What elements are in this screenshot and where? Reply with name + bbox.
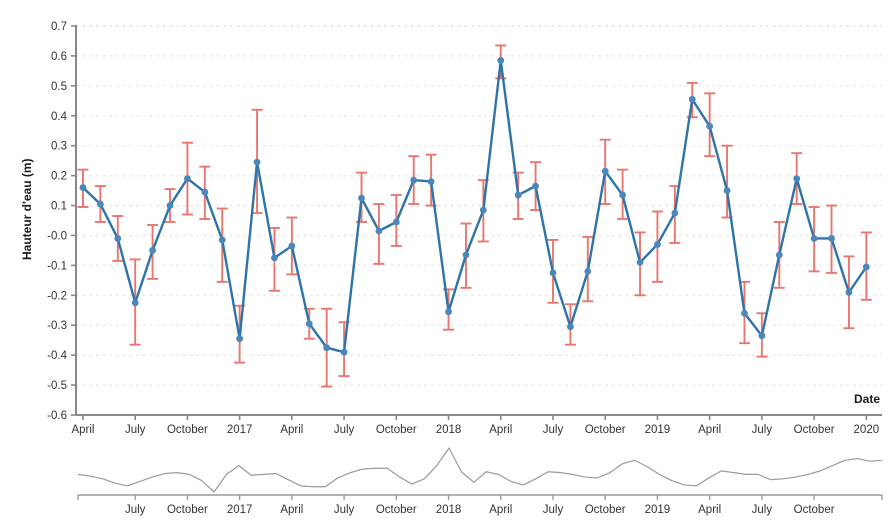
svg-text:-0.2: -0.2 [47, 290, 67, 302]
water-level-chart: Hauteur d'eau (m) Date 0.7 0.6 0.5 0.4 0.3 0.… [0, 0, 892, 523]
svg-text:October: October [794, 424, 835, 436]
data-point[interactable] [741, 309, 748, 317]
svg-text:April: April [489, 424, 512, 436]
data-point[interactable] [688, 95, 696, 103]
data-point[interactable] [96, 200, 104, 208]
data-point[interactable] [410, 176, 418, 184]
svg-text:2020: 2020 [854, 424, 880, 436]
error-bars [77, 44, 872, 388]
svg-text:2017: 2017 [227, 424, 253, 436]
data-point[interactable] [305, 320, 313, 328]
svg-text:July: July [543, 504, 564, 516]
svg-text:-0.6: -0.6 [47, 410, 67, 422]
data-point[interactable] [793, 175, 801, 183]
data-point[interactable] [462, 251, 470, 259]
data-point[interactable] [201, 188, 209, 196]
svg-text:April: April [489, 504, 512, 516]
svg-text:October: October [376, 504, 417, 516]
svg-text:July: July [334, 504, 355, 516]
data-point[interactable] [723, 187, 731, 194]
data-point[interactable] [340, 348, 348, 356]
data-point[interactable] [758, 332, 766, 340]
data-point[interactable] [828, 235, 835, 242]
svg-text:0.6: 0.6 [51, 51, 67, 63]
data-point[interactable] [427, 178, 435, 186]
svg-text:April: April [280, 504, 303, 516]
data-point[interactable] [375, 227, 383, 235]
data-point[interactable] [514, 191, 522, 199]
data-point[interactable] [79, 184, 87, 191]
svg-text:April: April [698, 504, 721, 516]
data-point[interactable] [810, 235, 818, 242]
data-point[interactable] [323, 344, 331, 352]
svg-text:October: October [376, 424, 417, 436]
svg-text:0.5: 0.5 [51, 81, 67, 93]
data-point[interactable] [532, 182, 539, 190]
svg-text:October: October [585, 424, 626, 436]
data-point[interactable] [131, 299, 139, 307]
data-point[interactable] [566, 323, 574, 331]
data-point[interactable] [497, 57, 505, 64]
data-point[interactable] [775, 251, 783, 259]
data-line [81, 59, 868, 354]
data-point[interactable] [706, 122, 714, 130]
svg-text:-0.4: -0.4 [47, 350, 67, 362]
svg-text:-0.3: -0.3 [47, 320, 67, 332]
data-point[interactable] [236, 335, 244, 343]
data-point[interactable] [271, 254, 278, 262]
svg-text:October: October [794, 504, 835, 516]
svg-text:July: July [125, 424, 146, 436]
data-point[interactable] [862, 263, 870, 271]
data-point[interactable] [671, 209, 679, 217]
svg-text:0.4: 0.4 [51, 111, 68, 123]
svg-text:April: April [698, 424, 721, 436]
data-point[interactable] [166, 202, 174, 209]
svg-text:October: October [585, 504, 626, 516]
y-axis: 0.7 0.6 0.5 0.4 0.3 0.2 0.1 -0.0 -0.1 -0.2 -0.3 -0.… [47, 21, 77, 422]
data-point[interactable] [654, 241, 661, 248]
data-point[interactable] [845, 288, 853, 296]
svg-text:2018: 2018 [436, 504, 462, 516]
svg-text:-0.1: -0.1 [47, 260, 67, 272]
chart-canvas: 0.7 0.6 0.5 0.4 0.3 0.2 0.1 -0.0 -0.1 -0.2 -0.3 -0.… [47, 21, 883, 516]
svg-text:April: April [71, 424, 94, 436]
data-point[interactable] [584, 267, 592, 275]
x-axis: April July October 2017 April July October 2018… [71, 414, 882, 436]
svg-text:2019: 2019 [645, 424, 671, 436]
svg-text:2018: 2018 [436, 424, 462, 436]
svg-text:October: October [167, 504, 208, 516]
svg-text:2019: 2019 [645, 504, 671, 516]
data-point[interactable] [601, 167, 609, 175]
svg-text:April: April [280, 424, 303, 436]
svg-text:0.1: 0.1 [51, 201, 67, 213]
navigator-panel[interactable]: July October 2017 April July October 2018 April… [77, 447, 883, 516]
data-point[interactable] [114, 235, 122, 242]
data-point[interactable] [636, 258, 644, 266]
svg-text:July: July [752, 424, 773, 436]
data-point[interactable] [184, 175, 191, 183]
svg-text:0.2: 0.2 [51, 171, 67, 183]
svg-text:0.3: 0.3 [51, 141, 67, 153]
svg-text:-0.0: -0.0 [47, 230, 67, 242]
data-point[interactable] [218, 236, 226, 244]
svg-text:July: July [752, 504, 773, 516]
svg-text:July: July [543, 424, 564, 436]
data-point[interactable] [253, 158, 261, 166]
data-point[interactable] [149, 247, 156, 254]
svg-text:July: July [334, 424, 355, 436]
svg-text:-0.5: -0.5 [47, 380, 67, 392]
svg-text:October: October [167, 424, 208, 436]
data-point[interactable] [549, 269, 557, 277]
data-point[interactable] [288, 242, 296, 250]
data-point[interactable] [445, 308, 452, 316]
data-point[interactable] [479, 206, 487, 214]
svg-text:July: July [125, 504, 146, 516]
data-point[interactable] [619, 191, 627, 199]
svg-text:0.7: 0.7 [51, 21, 67, 33]
data-point[interactable] [392, 218, 400, 226]
data-point[interactable] [358, 194, 365, 202]
svg-text:2017: 2017 [227, 504, 253, 516]
